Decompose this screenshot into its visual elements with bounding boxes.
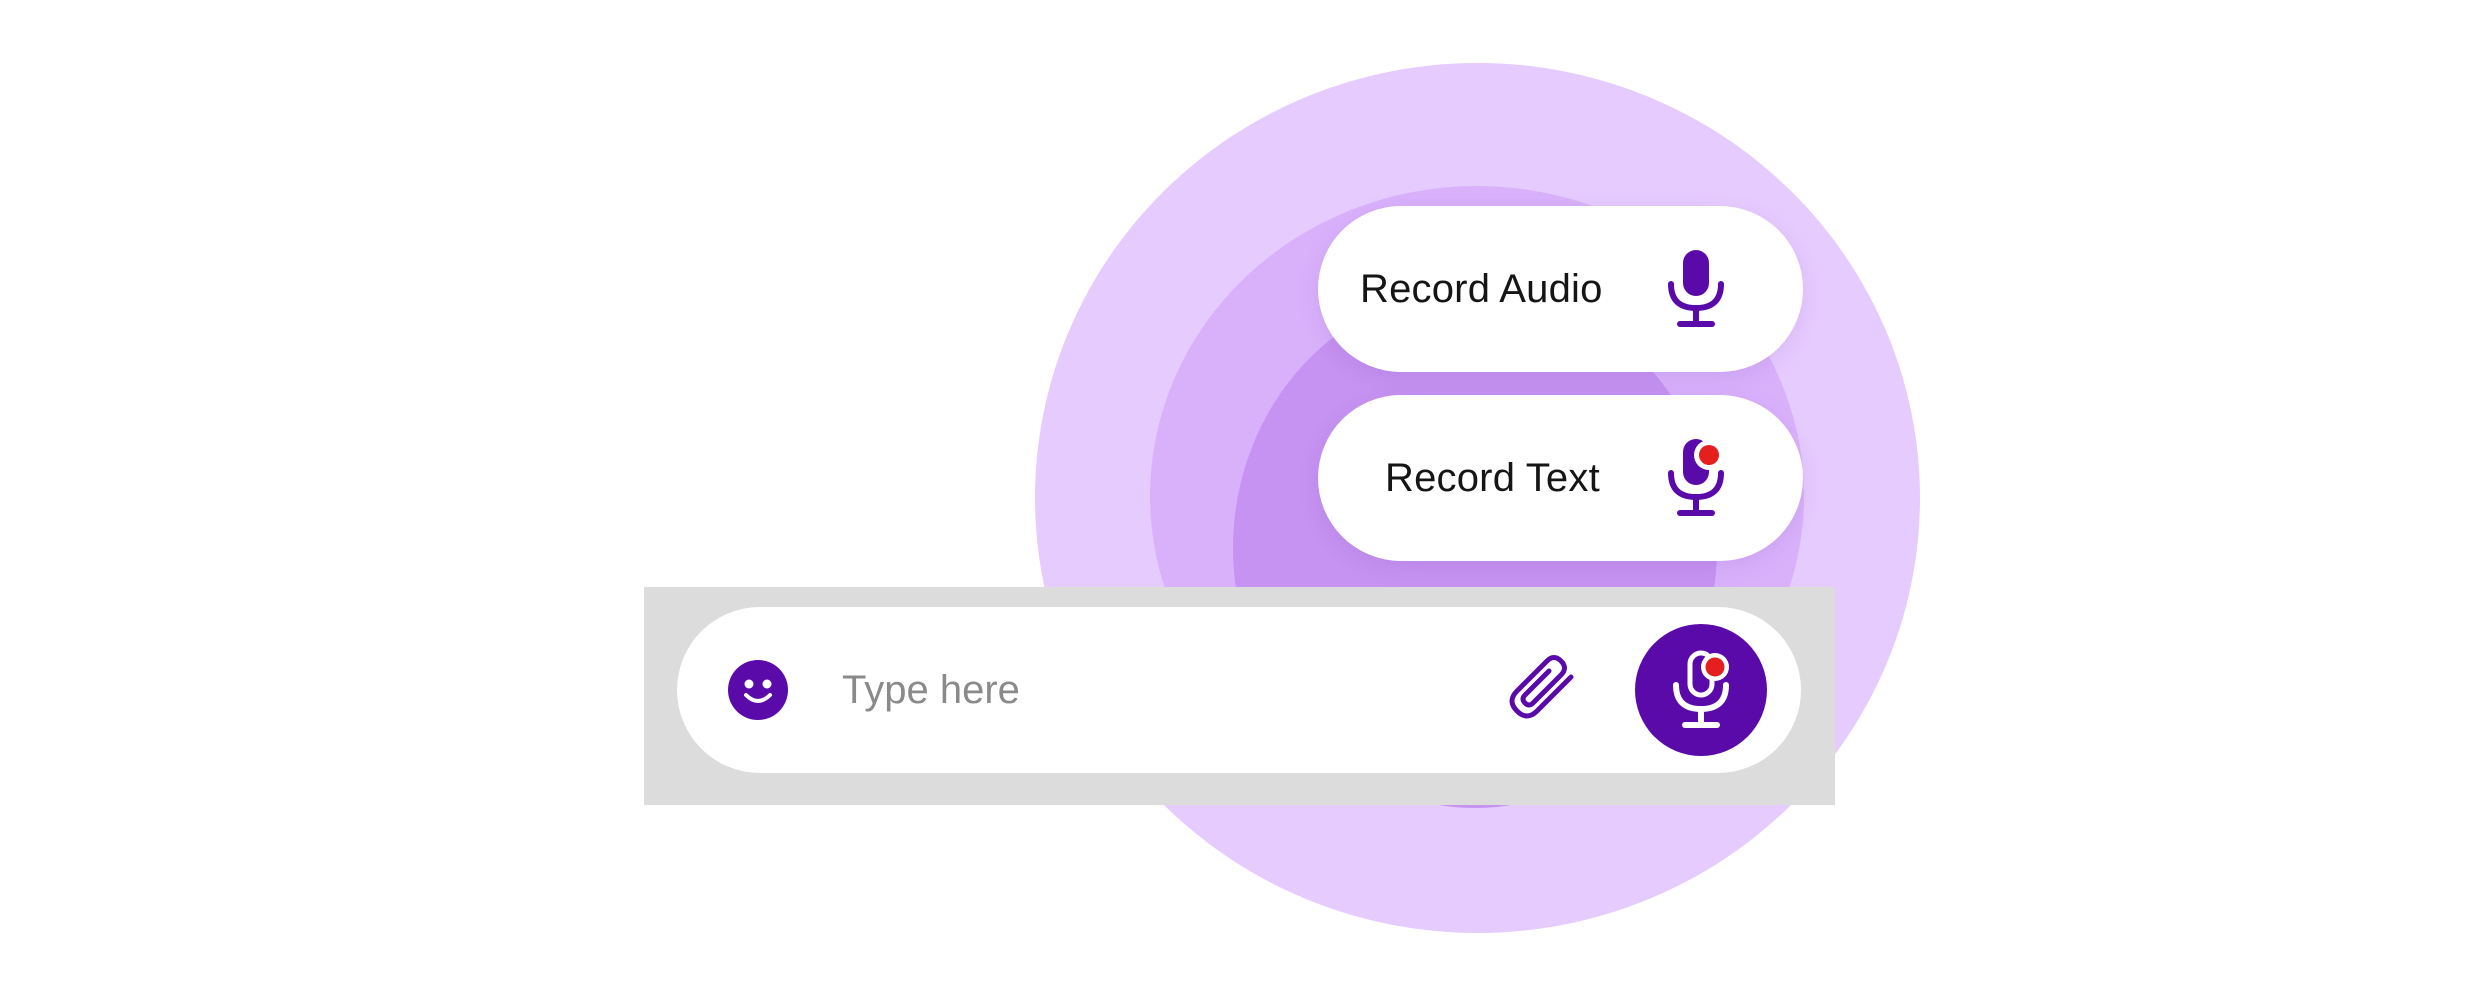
microphone-record-icon	[1656, 437, 1736, 519]
microphone-record-icon	[1673, 650, 1729, 728]
record-audio-label: Record Audio	[1360, 267, 1603, 311]
paperclip-icon[interactable]	[1497, 647, 1581, 733]
record-text-option[interactable]: Record Text	[1318, 395, 1803, 561]
message-input[interactable]	[842, 650, 1362, 730]
smiley-icon[interactable]	[727, 659, 789, 721]
record-text-label: Record Text	[1385, 456, 1600, 500]
message-composer	[677, 607, 1801, 773]
voice-record-button[interactable]	[1635, 624, 1767, 756]
record-audio-option[interactable]: Record Audio	[1318, 206, 1803, 372]
stage: Record Audio Record Text	[0, 0, 2475, 996]
microphone-icon	[1656, 248, 1736, 330]
